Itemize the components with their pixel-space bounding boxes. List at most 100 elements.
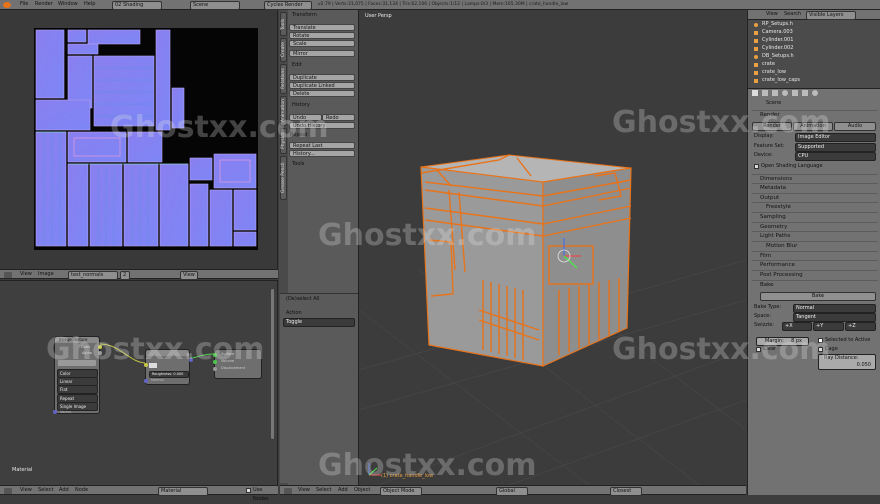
viewport-menu-select[interactable]: Select (316, 486, 331, 495)
node-editor-scrollbar[interactable] (271, 289, 274, 439)
mesh-icon (754, 71, 758, 75)
outliner-menu-search[interactable]: Search (784, 10, 801, 19)
post-processing-panel[interactable]: Post Processing (752, 270, 878, 279)
bake-type-selector[interactable]: Normal (793, 304, 876, 313)
object-icon (754, 55, 758, 59)
metadata-panel[interactable]: Metadata (752, 183, 878, 192)
swizzle-z-selector[interactable]: +Z (845, 322, 876, 331)
motion-blur-panel[interactable]: Motion Blur (752, 241, 878, 250)
node-menu-select[interactable]: Select (38, 486, 53, 495)
audio-button[interactable]: Audio (834, 122, 876, 131)
sampling-panel[interactable]: Sampling (752, 212, 878, 221)
bake-button[interactable]: Bake (760, 292, 876, 301)
scale-button[interactable]: Scale (289, 40, 355, 47)
outliner-item-label: RP_Setups.h (762, 21, 793, 27)
freestyle-panel[interactable]: Freestyle (752, 202, 878, 211)
viewport-menu-view[interactable]: View (298, 486, 310, 495)
translate-button[interactable]: Translate (289, 24, 355, 31)
scene-tab-icon[interactable] (772, 90, 778, 96)
swizzle-label: Swizzle: (754, 322, 775, 328)
tab-tools[interactable]: Tools (280, 12, 287, 36)
outliner-item[interactable]: crate_low (752, 69, 872, 77)
render-tab-icon[interactable] (752, 90, 758, 96)
modifiers-tab-icon[interactable] (802, 90, 808, 96)
vector-socket-icon[interactable] (53, 410, 57, 414)
node-editor-type-icon[interactable] (4, 488, 12, 494)
tab-create[interactable]: Create (280, 38, 287, 62)
tab-relations[interactable]: Relations (280, 64, 287, 94)
osl-label: Open Shading Language (761, 163, 823, 169)
space-selector[interactable]: Tangent (793, 313, 876, 322)
render-engine-selector[interactable]: Cycles Render (264, 1, 312, 10)
menu-window[interactable]: Window (58, 0, 78, 9)
film-panel[interactable]: Film (752, 251, 878, 260)
layout-selector[interactable]: 02 Shading (112, 1, 162, 10)
outliner-item[interactable]: Camera.003 (752, 29, 872, 37)
watermark-text: Ghostxx.com (612, 332, 831, 367)
menu-render[interactable]: Render (35, 0, 53, 9)
menu-file[interactable]: File (20, 0, 28, 9)
light-paths-panel[interactable]: Light Paths (752, 231, 878, 240)
viewport-type-icon[interactable] (284, 488, 292, 494)
world-tab-icon[interactable] (782, 90, 788, 96)
outliner-item[interactable]: crate_low_caps (752, 77, 872, 85)
geometry-panel[interactable]: Geometry (752, 222, 878, 231)
camera-icon (754, 31, 758, 35)
node-editor[interactable]: Image Texture Color Alpha Color Linear F… (0, 280, 278, 485)
node-menu-view[interactable]: View (20, 486, 32, 495)
action-selector[interactable]: Toggle (283, 318, 355, 327)
delete-button[interactable]: Delete (289, 90, 355, 97)
normal-input-socket-icon[interactable] (144, 379, 148, 383)
tools-panel-title[interactable]: Tools (292, 161, 304, 168)
displacement-socket-icon[interactable] (213, 367, 217, 371)
blender-logo-icon[interactable] (3, 2, 11, 8)
history-panel-title[interactable]: History (292, 102, 310, 109)
edit-panel-title[interactable]: Edit (292, 62, 302, 69)
node-menu-node[interactable]: Node (75, 486, 88, 495)
material-tab-icon[interactable] (812, 90, 818, 96)
action-label: Action (286, 310, 302, 316)
duplicate-button[interactable]: Duplicate (289, 74, 355, 81)
outliner-item[interactable]: crate (752, 61, 872, 69)
mesh-icon (754, 47, 758, 51)
editor-type-icon[interactable] (4, 272, 12, 278)
mirror-button[interactable]: Mirror (289, 50, 355, 57)
outliner-item[interactable]: Cylinder.002 (752, 45, 872, 53)
image-slot[interactable]: 2 (120, 271, 130, 280)
image-selector[interactable]: test_normals (68, 271, 118, 280)
outliner-item[interactable]: DB_Setups.h (752, 53, 872, 61)
vector-input-label: Vector (60, 410, 72, 414)
tab-grease-pencil[interactable]: Grease Pencil (280, 156, 287, 200)
swizzle-y-selector[interactable]: +Y (813, 322, 844, 331)
object-icon (754, 23, 758, 27)
feature-set-selector[interactable]: Supported (795, 143, 876, 152)
swizzle-x-selector[interactable]: +X (782, 322, 812, 331)
duplicate-linked-button[interactable]: Duplicate Linked (289, 82, 355, 89)
uv-view-selector[interactable]: View (180, 271, 198, 280)
viewport-menu-object[interactable]: Object (354, 486, 370, 495)
bake-panel-header[interactable]: Bake (752, 280, 878, 289)
outliner-item-label: DB_Setups.h (762, 53, 794, 59)
outliner-item[interactable]: Cylinder.001 (752, 37, 872, 45)
object-tab-icon[interactable] (792, 90, 798, 96)
transform-panel-title[interactable]: Transform (292, 12, 317, 19)
history-button[interactable]: History... (289, 150, 355, 157)
projection-field[interactable]: Flat (57, 385, 98, 394)
outliner-menu-view[interactable]: View (766, 10, 778, 19)
viewport-menu-add[interactable]: Add (338, 486, 348, 495)
dimensions-panel[interactable]: Dimensions (752, 174, 878, 183)
render-layers-tab-icon[interactable] (762, 90, 768, 96)
osl-checkbox[interactable] (754, 164, 759, 169)
outliner-display-mode[interactable]: Visible Layers (806, 11, 856, 20)
menu-help[interactable]: Help (84, 0, 95, 9)
uv-menu-view[interactable]: View (20, 270, 32, 279)
use-nodes-checkbox[interactable] (246, 488, 251, 493)
outliner-item[interactable]: RP_Setups.h (752, 21, 872, 29)
output-panel[interactable]: Output (752, 193, 878, 202)
rotate-button[interactable]: Rotate (289, 32, 355, 39)
uv-menu-image[interactable]: Image (38, 270, 54, 279)
node-menu-add[interactable]: Add (59, 486, 69, 495)
performance-panel[interactable]: Performance (752, 260, 878, 269)
scene-selector[interactable]: Scene (190, 1, 240, 10)
device-selector[interactable]: CPU (795, 152, 876, 161)
